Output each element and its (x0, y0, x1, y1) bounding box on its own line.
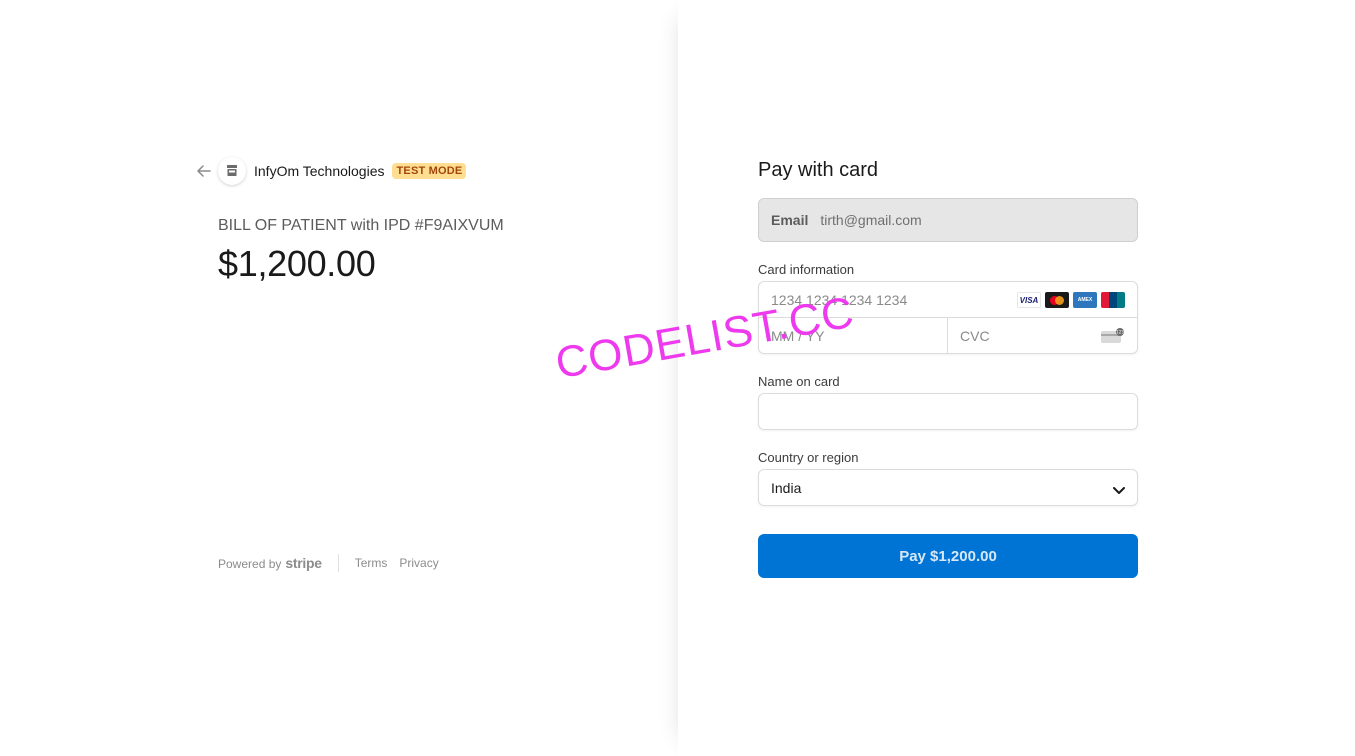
payment-form: Pay with card Email tirth@gmail.com Card… (758, 157, 1138, 578)
pay-button[interactable]: Pay $1,200.00 (758, 534, 1138, 578)
email-field: Email tirth@gmail.com (758, 198, 1138, 242)
mastercard-icon (1045, 292, 1069, 308)
country-label: Country or region (758, 450, 859, 465)
unionpay-icon (1101, 292, 1125, 308)
email-value: tirth@gmail.com (820, 212, 922, 228)
svg-text:123: 123 (1116, 330, 1124, 335)
chevron-down-icon (1113, 482, 1125, 498)
merchant-header: InfyOm Technologies TEST MODE (196, 156, 467, 185)
form-title: Pay with card (758, 159, 879, 181)
name-on-card-label: Name on card (758, 374, 840, 389)
email-label: Email (771, 212, 809, 228)
store-icon (218, 156, 246, 185)
amex-icon: AMEX (1073, 292, 1097, 308)
powered-by-stripe[interactable]: Powered by stripe (218, 555, 322, 571)
stripe-logo: stripe (285, 555, 322, 571)
country-value: India (771, 479, 802, 496)
cvc-input[interactable]: CVC 123 (948, 318, 1137, 354)
product-name: BILL OF PATIENT with IPD #F9AIXVUM (218, 217, 504, 234)
cvc-placeholder: CVC (960, 328, 990, 344)
footer: Powered by stripe Terms Privacy (218, 553, 451, 573)
terms-link[interactable]: Terms (355, 556, 388, 570)
visa-icon: VISA (1017, 292, 1041, 308)
country-select[interactable]: India (758, 469, 1138, 506)
cvc-card-icon: 123 (1101, 328, 1125, 349)
test-mode-badge: TEST MODE (392, 162, 467, 179)
name-on-card-input[interactable] (758, 393, 1138, 430)
powered-by-text: Powered by (218, 557, 282, 571)
arrow-left-icon[interactable] (196, 163, 212, 179)
card-information-label: Card information (758, 262, 855, 277)
merchant-name: InfyOm Technologies (254, 162, 385, 179)
privacy-link[interactable]: Privacy (399, 556, 438, 570)
card-brands: VISA AMEX (1017, 292, 1125, 308)
footer-divider (337, 554, 339, 572)
total-amount: $1,200.00 (218, 243, 376, 284)
